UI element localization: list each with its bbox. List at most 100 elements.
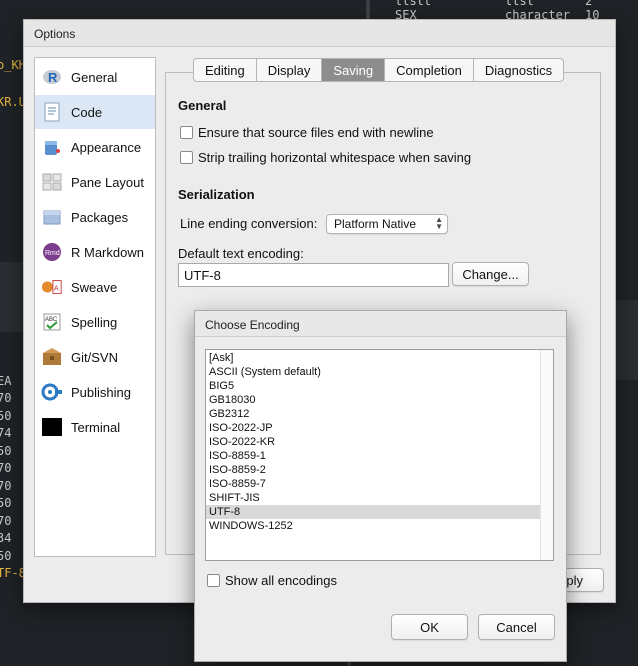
choose-encoding-dialog: Choose Encoding [Ask] ASCII (System defau… [194,310,567,662]
select-updown-icon: ▲ ▼ [435,215,443,231]
encoding-list-item[interactable]: GB18030 [206,393,542,407]
options-window-title: Options [34,27,76,41]
encoding-list-item[interactable]: ISO-8859-1 [206,449,542,463]
code-page-icon [41,101,63,123]
svg-text:A: A [54,284,59,293]
r-logo-icon: R [41,66,63,88]
change-encoding-button[interactable]: Change... [452,262,529,286]
background-code-line: 50 [0,496,12,510]
apply-button-label: ply [566,572,583,588]
show-all-encodings-checkbox[interactable] [207,574,220,587]
sidebar-item-label: Spelling [71,314,118,330]
background-code-line: 70 [0,461,12,475]
show-all-encodings-label: Show all encodings [225,573,338,588]
background-code-line: 50 [0,409,12,423]
sidebar-item-code[interactable]: Code [35,95,155,129]
sidebar-item-label: General [71,69,118,85]
encoding-list-item[interactable]: ISO-2022-JP [206,421,542,435]
sidebar-item-publishing[interactable]: Publishing [35,375,155,409]
options-sidebar: R General Code Appearance Pane Layout Package… [34,57,156,557]
strip-whitespace-checkbox[interactable] [180,151,193,164]
tab-completion[interactable]: Completion [384,58,473,82]
rmd-icon: Rmd [41,241,63,263]
background-code-line: 34 [0,531,12,545]
sidebar-item-r-markdown[interactable]: Rmd R Markdown [35,235,155,269]
encoding-list-item[interactable]: ISO-2022-KR [206,435,542,449]
sidebar-item-label: Appearance [71,139,142,155]
choose-encoding-titlebar: Choose Encoding [195,311,566,337]
sidebar-item-label: R Markdown [71,244,144,260]
encoding-list-scrollbar[interactable] [540,350,553,560]
sidebar-item-appearance[interactable]: Appearance [35,130,155,164]
sidebar-item-pane-layout[interactable]: Pane Layout [35,165,155,199]
background-env-cell: ttst [505,0,534,8]
encoding-list-item[interactable]: SHIFT-JIS [206,491,542,505]
sweave-icon: A [41,276,63,298]
svg-text:R: R [48,70,58,85]
sidebar-item-label: Pane Layout [71,174,145,190]
pane-layout-icon [41,171,63,193]
background-code-line: 70 [0,514,12,528]
sidebar-item-git-svn[interactable]: Git/SVN [35,340,155,374]
cancel-button[interactable]: Cancel [478,614,555,640]
sidebar-item-label: Packages [71,209,129,225]
encoding-list-item[interactable]: ASCII (System default) [206,365,542,379]
background-code-line: 70 [0,479,12,493]
strip-whitespace-option[interactable]: Strip trailing horizontal whitespace whe… [180,150,471,165]
background-divider [366,0,370,20]
background-code-line: 74 [0,426,12,440]
options-tabs: Editing Display Saving Completion Diagnostic… [193,58,565,82]
ensure-newline-label: Ensure that source files end with newlin… [198,125,434,140]
sidebar-item-sweave[interactable]: A Sweave [35,270,155,304]
show-all-encodings-option[interactable]: Show all encodings [207,573,337,588]
encoding-list-item[interactable]: WINDOWS-1252 [206,519,542,533]
tab-diagnostics[interactable]: Diagnostics [472,58,565,82]
git-svn-icon [41,346,63,368]
default-encoding-label: Default text encoding: [178,246,304,261]
background-left-panel [0,262,24,332]
encoding-list-item[interactable]: ISO-8859-2 [206,463,542,477]
tab-display[interactable]: Display [255,58,322,82]
sidebar-item-general[interactable]: R General [35,60,155,94]
sidebar-item-label: Terminal [71,419,121,435]
line-ending-value: Platform Native [334,217,417,231]
background-code-line: 70 [0,391,12,405]
sidebar-item-label: Code [71,104,103,120]
ensure-newline-checkbox[interactable] [180,126,193,139]
svg-text:Rmd: Rmd [45,250,60,257]
options-titlebar: Options [24,20,615,47]
background-env-cell: ttstt [395,0,432,8]
background-env-cell: 2 [585,0,593,8]
publishing-icon [41,381,63,403]
sidebar-item-terminal[interactable]: Terminal [35,410,155,444]
ensure-newline-option[interactable]: Ensure that source files end with newlin… [180,125,434,140]
encoding-list-item[interactable]: [Ask] [206,351,542,365]
default-encoding-field[interactable]: UTF-8 [178,263,449,287]
strip-whitespace-label: Strip trailing horizontal whitespace whe… [198,150,472,165]
serialization-heading: Serialization [178,187,255,202]
tab-editing[interactable]: Editing [193,58,256,82]
encoding-list-item[interactable]: ISO-8859-7 [206,477,542,491]
background-code-line: 50 [0,549,12,563]
encoding-list-item[interactable]: GB2312 [206,407,542,421]
terminal-icon [41,416,63,438]
sidebar-item-label: Git/SVN [71,349,118,365]
sidebar-item-spelling[interactable]: ABC Spelling [35,305,155,339]
sidebar-item-label: Sweave [71,279,118,295]
background-code-line: 50 [0,444,12,458]
tab-saving[interactable]: Saving [321,58,385,82]
default-encoding-value: UTF-8 [184,267,221,283]
line-ending-label: Line ending conversion: [180,216,318,231]
sidebar-item-packages[interactable]: Packages [35,200,155,234]
line-ending-select[interactable]: Platform Native ▲ ▼ [326,214,448,234]
encoding-list-item[interactable]: UTF-8 [206,505,542,519]
encoding-list-item[interactable]: BIG5 [206,379,542,393]
choose-encoding-title: Choose Encoding [205,318,300,332]
background-code-line: EA [0,374,12,388]
encoding-list-items: [Ask] ASCII (System default) BIG5 GB18030 GB… [206,350,553,533]
general-heading: General [178,98,227,113]
sidebar-item-label: Publishing [71,384,131,400]
encoding-list[interactable]: [Ask] ASCII (System default) BIG5 GB18030 GB… [205,349,554,561]
spelling-icon: ABC [41,311,63,333]
ok-button[interactable]: OK [391,614,468,640]
